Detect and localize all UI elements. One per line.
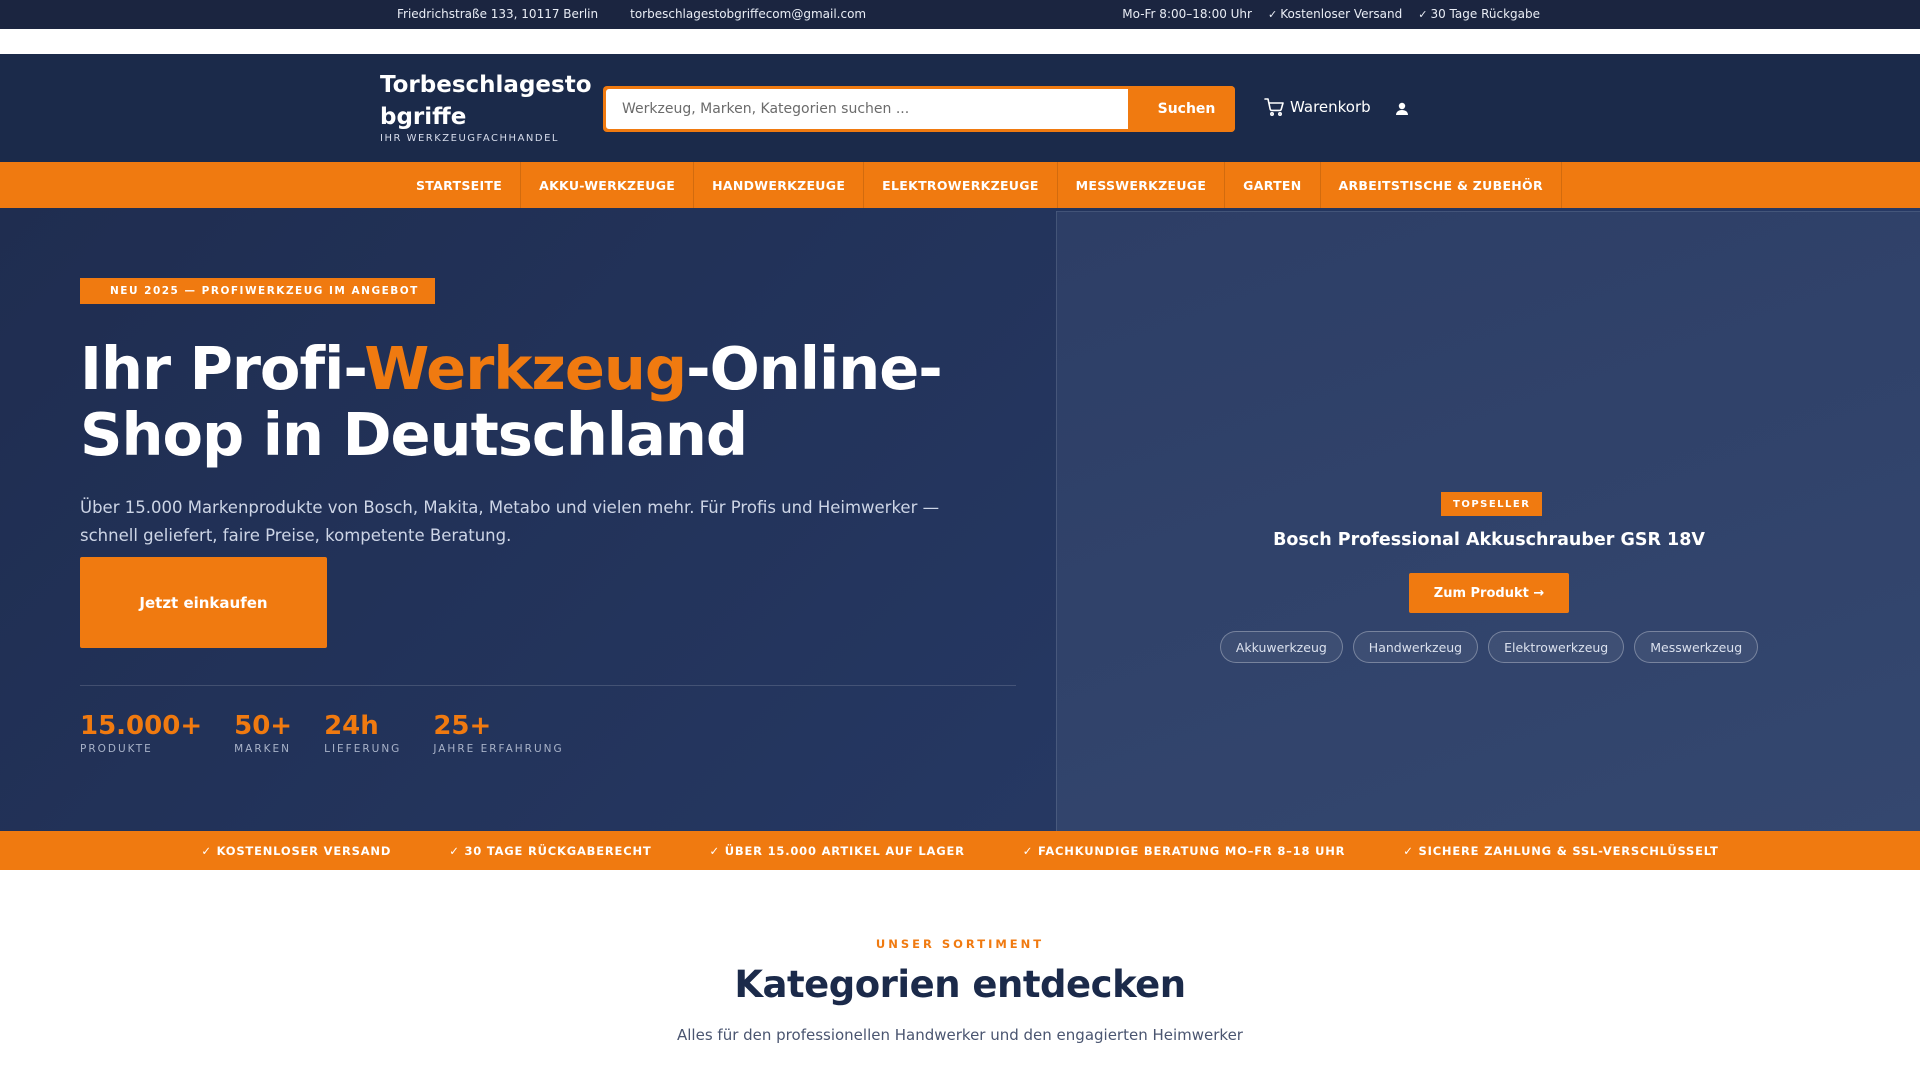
trust-item-shipping: ✓ KOSTENLOSER VERSAND [201, 843, 392, 858]
logo-subtitle: IHR WERKZEUGFACHHANDEL [380, 133, 559, 144]
search-input[interactable] [606, 89, 1128, 129]
nav-item-elektrowerkzeuge[interactable]: ELEKTROWERKZEUGE [864, 162, 1058, 208]
nav-item-akku-werkzeuge[interactable]: AKKU-WERKZEUGE [521, 162, 695, 208]
main-navigation: STARTSEITE AKKU-WERKZEUGE HANDWERKZEUGE … [0, 162, 1920, 208]
trust-bar: ✓ KOSTENLOSER VERSAND ✓ 30 TAGE RÜCKGABE… [0, 831, 1920, 870]
nav-item-messwerkzeuge[interactable]: MESSWERKZEUGE [1058, 162, 1226, 208]
hero-section: NEU 2025 — PROFIWERKZEUG IM ANGEBOT Ihr … [0, 208, 1920, 831]
email-link[interactable]: torbeschlagestobgriffecom@gmail.com [630, 7, 866, 21]
stat-products: 15.000+ PRODUKTE [80, 711, 202, 755]
topseller-badge: TOPSELLER [1441, 492, 1543, 516]
check-icon: ✓ [1267, 8, 1278, 21]
tag-messwerkzeug[interactable]: Messwerkzeug [1634, 631, 1759, 663]
search-button[interactable]: Suchen [1138, 86, 1235, 132]
stat-value: 25+ [433, 711, 492, 741]
featured-product-name: Bosch Professional Akkuschrauber GSR 18V [1273, 530, 1705, 550]
section-eyebrow: UNSER SORTIMENT [875, 937, 1045, 951]
opening-hours: Mo-Fr 8:00–18:00 Uhr [1122, 7, 1252, 21]
site-header: Torbeschlagestobgriffe IHR WERKZEUGFACHH… [0, 54, 1920, 162]
hero-divider [80, 685, 1016, 686]
address-text: Friedrichstraße 133, 10117 Berlin [397, 7, 599, 21]
hero-stats: 15.000+ PRODUKTE 50+ MARKEN 24h LIEFERUN… [80, 711, 564, 755]
user-account-button[interactable] [1392, 99, 1412, 119]
top-info-bar: Friedrichstraße 133, 10117 Berlin torbes… [0, 0, 1920, 29]
stat-value: 15.000+ [80, 711, 203, 741]
hero-badge: NEU 2025 — PROFIWERKZEUG IM ANGEBOT [80, 278, 435, 304]
user-icon [1396, 102, 1408, 115]
nav-item-arbeitstische[interactable]: ARBEITSTISCHE & ZUBEHÖR [1321, 162, 1562, 208]
nav-item-handwerkzeuge[interactable]: HANDWERKZEUGE [694, 162, 865, 208]
category-tags: Akkuwerkzeug Handwerkzeug Elektrowerkzeu… [1057, 631, 1920, 663]
stat-brands: 50+ MARKEN [234, 711, 292, 755]
section-title: Kategorien entdecken [734, 963, 1186, 1006]
returns-text: 30 Tage Rückgabe [1430, 7, 1540, 21]
stat-experience: 25+ JAHRE ERFAHRUNG [433, 711, 563, 755]
hero-title-part1: Ihr Profi- [80, 334, 365, 403]
nav-item-garten[interactable]: GARTEN [1225, 162, 1321, 208]
stat-value: 50+ [234, 711, 293, 741]
stat-value: 24h [324, 711, 379, 741]
search-bar: Suchen [603, 86, 1235, 132]
section-description: Alles für den professionellen Handwerker… [677, 1026, 1243, 1044]
cart-icon [1264, 98, 1284, 116]
stat-delivery: 24h LIEFERUNG [324, 711, 401, 755]
stat-label: MARKEN [234, 743, 292, 755]
shipping-text: Kostenloser Versand [1280, 7, 1403, 21]
trust-list: ✓ KOSTENLOSER VERSAND ✓ 30 TAGE RÜCKGABE… [0, 831, 1920, 870]
top-info-left: Friedrichstraße 133, 10117 Berlin torbes… [397, 7, 866, 21]
shipping-info: ✓ Kostenloser Versand [1268, 7, 1402, 21]
stat-label: LIEFERUNG [324, 743, 402, 755]
tag-akkuwerkzeug[interactable]: Akkuwerkzeug [1219, 631, 1343, 663]
trust-item-secure-payment: ✓ SICHERE ZAHLUNG & SSL-VERSCHLÜSSELT [1403, 843, 1719, 858]
logo-title[interactable]: Torbeschlagestobgriffe [380, 69, 595, 133]
check-icon: ✓ [1418, 8, 1428, 21]
tag-elektrowerkzeug[interactable]: Elektrowerkzeug [1488, 631, 1625, 663]
returns-info: ✓ 30 Tage Rückgabe [1418, 7, 1540, 21]
cart-link[interactable]: Warenkorb [1264, 98, 1371, 116]
stat-label: JAHRE ERFAHRUNG [433, 743, 564, 755]
hero-title: Ihr Profi-Werkzeug-Online-Shop in Deutsc… [80, 336, 980, 468]
trust-item-consulting: ✓ FACHKUNDIGE BERATUNG MO–FR 8–18 UHR [1022, 843, 1346, 858]
nav-item-startseite[interactable]: STARTSEITE [398, 162, 522, 208]
view-product-button[interactable]: Zum Produkt → [1409, 573, 1569, 613]
stat-label: PRODUKTE [80, 743, 153, 755]
cart-label: Warenkorb [1290, 98, 1371, 116]
hero-description: Über 15.000 Markenprodukte von Bosch, Ma… [80, 498, 940, 545]
shop-now-button[interactable]: Jetzt einkaufen [80, 557, 327, 648]
nav-list: STARTSEITE AKKU-WERKZEUGE HANDWERKZEUGE … [398, 162, 1562, 208]
trust-item-returns: ✓ 30 TAGE RÜCKGABERECHT [449, 843, 652, 858]
hero-title-accent: Werkzeug [364, 334, 687, 403]
trust-item-stock: ✓ ÜBER 15.000 ARTIKEL AUF LAGER [709, 843, 965, 858]
featured-product-panel: TOPSELLER Bosch Professional Akkuschraub… [1056, 211, 1920, 831]
top-info-right: Mo-Fr 8:00–18:00 Uhr ✓ Kostenloser Versan… [1122, 7, 1540, 21]
tag-handwerkzeug[interactable]: Handwerkzeug [1352, 631, 1479, 663]
